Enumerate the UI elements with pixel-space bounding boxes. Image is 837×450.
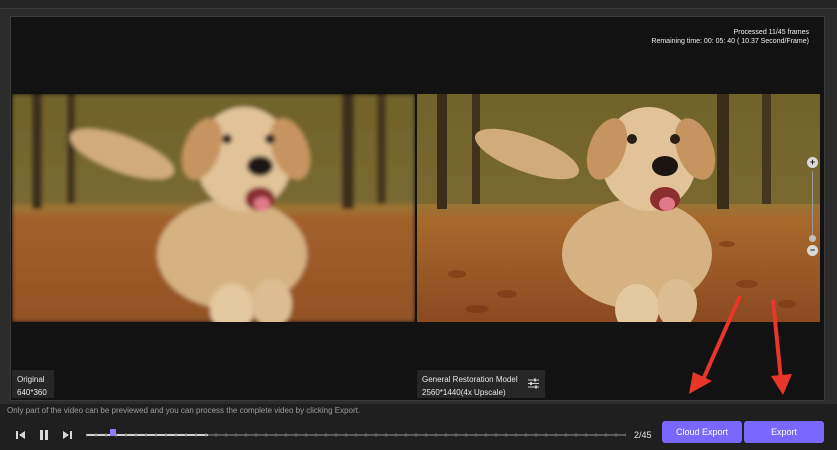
processing-status: Processed 11/45 frames Remaining time: 0… xyxy=(651,28,809,46)
zoom-handle[interactable] xyxy=(809,235,816,242)
model-resolution: 2560*1440(4x Upscale) xyxy=(422,388,506,397)
remaining-time-text: Remaining time: 00: 05: 40 ( 10.37 Secon… xyxy=(651,38,809,45)
preview-notice: Only part of the video can be previewed … xyxy=(7,406,361,415)
model-title: General Restoration Model xyxy=(422,375,518,384)
zoom-in-icon[interactable]: + xyxy=(807,157,818,168)
next-frame-icon[interactable] xyxy=(60,428,74,442)
original-title: Original xyxy=(17,375,45,384)
frame-counter: 2/45 xyxy=(634,430,652,440)
timeline-scrubber[interactable] xyxy=(86,429,626,438)
settings-sliders-icon[interactable] xyxy=(528,378,539,389)
enhanced-preview-image xyxy=(417,94,820,322)
zoom-out-icon[interactable]: − xyxy=(807,245,818,256)
export-button[interactable]: Export xyxy=(744,421,824,443)
timeline-ticks xyxy=(86,433,626,437)
model-label: General Restoration Model 2560*1440(4x U… xyxy=(417,370,545,398)
original-preview-image xyxy=(12,94,415,322)
cloud-export-button[interactable]: Cloud Export xyxy=(662,421,742,443)
zoom-slider[interactable]: + − xyxy=(806,157,820,257)
processed-frames-text: Processed 11/45 frames xyxy=(733,29,809,36)
top-bar xyxy=(0,0,837,9)
pause-icon[interactable] xyxy=(37,428,51,442)
timeline-playhead[interactable] xyxy=(110,429,116,436)
original-label: Original 640*360 xyxy=(12,370,54,398)
original-resolution: 640*360 xyxy=(17,388,47,397)
previous-frame-icon[interactable] xyxy=(14,428,28,442)
zoom-track[interactable] xyxy=(812,171,813,241)
